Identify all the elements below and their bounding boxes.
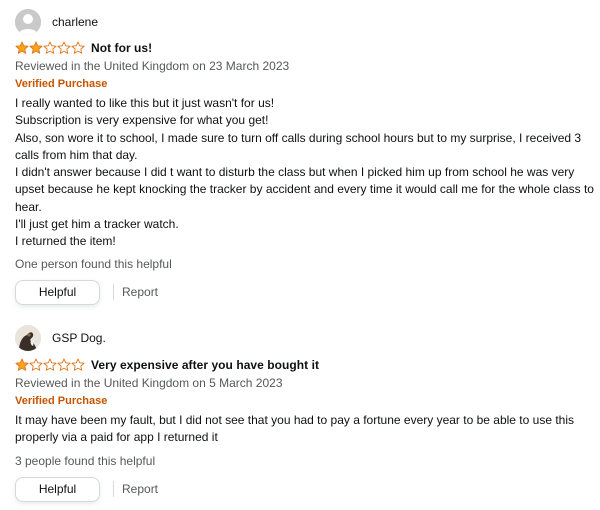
star-rating[interactable] <box>15 358 85 372</box>
star-empty-icon <box>71 41 85 55</box>
star-empty-icon <box>43 41 57 55</box>
star-empty-icon <box>43 358 57 372</box>
star-empty-icon <box>57 358 71 372</box>
verified-purchase-badge: Verified Purchase <box>15 395 108 407</box>
review-body-line: It may have been my fault, but I did not… <box>15 413 575 445</box>
reviewer-profile[interactable]: GSP Dog. <box>15 325 106 351</box>
report-link[interactable]: Report <box>122 285 158 299</box>
review-body-line: I'll just get him a tracker watch. <box>15 217 179 232</box>
review-body-line: I really wanted to like this but it just… <box>15 96 275 110</box>
verified-purchase-badge: Verified Purchase <box>15 78 108 90</box>
helpful-button[interactable]: Helpful <box>15 279 100 305</box>
review-date: Reviewed in the United Kingdom on 23 Mar… <box>15 59 290 73</box>
profile-photo-icon <box>15 325 41 351</box>
review-title[interactable]: Not for us! <box>91 41 152 55</box>
review-body: It may have been my fault, but I did not… <box>15 412 595 447</box>
star-empty-icon <box>57 41 71 55</box>
review-actions: Helpful Report <box>15 476 158 502</box>
reviewer-profile[interactable]: charlene <box>15 9 98 35</box>
star-filled-icon <box>15 358 29 372</box>
default-avatar <box>15 9 41 35</box>
helpful-count: 3 people found this helpful <box>15 454 156 468</box>
review-body-line: Subscription is very expensive for what … <box>15 113 269 128</box>
review-card: charlene Not for us! Reviewed in the Uni… <box>15 0 595 310</box>
helpful-count: One person found this helpful <box>15 257 172 271</box>
photo-avatar <box>15 325 41 351</box>
review-title[interactable]: Very expensive after you have bought it <box>91 358 319 372</box>
review-date: Reviewed in the United Kingdom on 5 Marc… <box>15 376 283 390</box>
review-body-line: I returned the item! <box>15 234 116 249</box>
review-body-line: I didn't answer because I did t want to … <box>15 165 594 214</box>
action-divider <box>113 284 114 300</box>
star-empty-icon <box>29 358 43 372</box>
action-divider <box>113 481 114 497</box>
star-filled-icon <box>15 41 29 55</box>
review-body: I really wanted to like this but it just… <box>15 95 595 251</box>
review-body-line: Also, son wore it to school, I made sure… <box>15 130 582 162</box>
review-actions: Helpful Report <box>15 279 158 305</box>
helpful-button[interactable]: Helpful <box>15 476 100 502</box>
report-link[interactable]: Report <box>122 482 158 496</box>
star-filled-icon <box>29 41 43 55</box>
star-empty-icon <box>71 358 85 372</box>
user-silhouette-icon <box>15 9 41 35</box>
star-rating[interactable] <box>15 41 85 55</box>
reviewer-name[interactable]: charlene <box>52 15 98 29</box>
review-card: GSP Dog. Very expensive after you have b… <box>15 310 595 510</box>
reviewer-name[interactable]: GSP Dog. <box>52 331 106 345</box>
